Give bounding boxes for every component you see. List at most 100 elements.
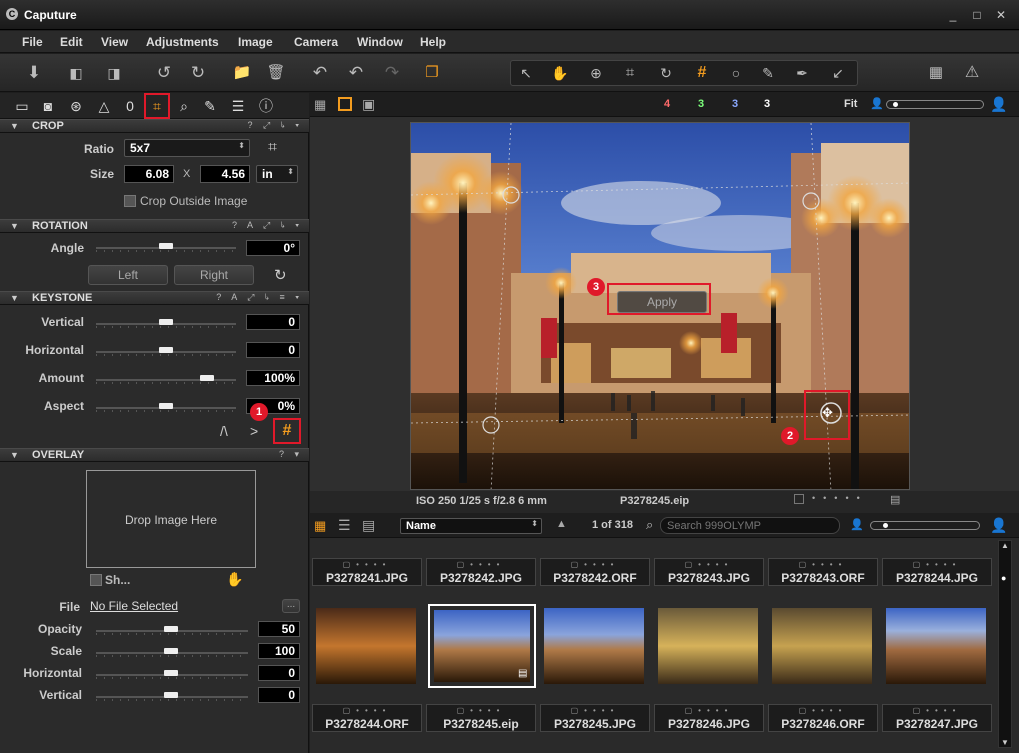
ratio-select[interactable]: 5x7 ⬍ <box>124 139 250 157</box>
warning-icon[interactable]: ⚠ <box>960 62 984 84</box>
capture-tab-icon[interactable]: ◙ <box>38 96 58 116</box>
search-icon[interactable]: ⌕ <box>646 517 653 533</box>
section-tools-icon[interactable]: ? ⤢ ↳ ▾ <box>247 120 303 131</box>
keystone-section-header[interactable]: ▼ KEYSTONE ? A ⤢ ↳ ≡ ▾ <box>0 291 309 305</box>
crop-width-field[interactable]: 6.08 <box>124 165 174 183</box>
menu-edit[interactable]: Edit <box>60 35 83 49</box>
thumbnail-image[interactable] <box>544 608 644 684</box>
rotate-left-button[interactable]: Left <box>88 265 168 285</box>
thumbnail-caption[interactable]: ▢•••• P3278244.JPG <box>882 558 992 586</box>
menu-file[interactable]: File <box>22 35 43 49</box>
spot-removal-icon[interactable]: ○ <box>724 62 748 84</box>
rating-dots-icon[interactable]: ▢•••• <box>883 560 991 570</box>
section-tools-icon[interactable]: ? ▾ <box>279 449 303 460</box>
thumbnail-caption[interactable]: ▢•••• P3278245.eip <box>426 704 536 732</box>
section-tools-icon[interactable]: ? A ⤢ ↳ ▾ <box>232 220 303 231</box>
search-input[interactable] <box>660 517 840 534</box>
move-cursor-icon[interactable]: ✥ <box>822 405 833 421</box>
selected-thumbnail[interactable]: ▤ <box>428 604 536 688</box>
thumbnail-view-icon[interactable]: ▦ <box>314 518 326 534</box>
angle-slider[interactable] <box>96 243 236 253</box>
thumbnail-caption[interactable]: ▢•••• P3278242.ORF <box>540 558 650 586</box>
list-view-icon[interactable]: ☰ <box>338 517 351 534</box>
keystone-horizontal-slider[interactable] <box>96 347 236 357</box>
rating-dots-icon[interactable]: ▢•••• <box>655 706 763 716</box>
grid-view-icon[interactable]: ▦ <box>314 97 326 113</box>
crop-height-field[interactable]: 4.56 <box>200 165 250 183</box>
rotate-left-icon[interactable]: ↺ <box>152 62 176 84</box>
scroll-up-icon[interactable]: ▲ <box>1001 541 1009 550</box>
filmstrip-view-icon[interactable]: ▤ <box>362 517 375 534</box>
menu-adjustments[interactable]: Adjustments <box>146 35 219 49</box>
sort-direction-icon[interactable]: ▲ <box>556 518 567 530</box>
unit-select[interactable]: in ⬍ <box>256 165 298 183</box>
rating-dots-icon[interactable]: ▢•••• <box>541 706 649 716</box>
rating-dots-icon[interactable]: ▢•••• <box>313 706 421 716</box>
crop-section-header[interactable]: ▼ CROP ? ⤢ ↳ ▾ <box>0 119 309 133</box>
rating-dots-icon[interactable]: ••••• <box>812 493 868 503</box>
zoom-fit-label[interactable]: Fit <box>844 98 857 110</box>
keystone-amount-field[interactable]: 100% <box>246 370 300 386</box>
collapse-arrow-icon[interactable]: ▼ <box>10 450 19 460</box>
list-icon[interactable]: ▤ <box>890 493 900 506</box>
zoom-slider[interactable] <box>886 100 984 109</box>
brush-tool-icon[interactable]: ✎ <box>756 62 780 84</box>
minimize-button[interactable]: _ <box>944 6 962 24</box>
rotation-mode-icon[interactable]: ↻ <box>274 266 287 284</box>
thumbnail-caption[interactable]: ▢•••• P3278245.JPG <box>540 704 650 732</box>
folder-icon[interactable]: 📁 <box>230 62 254 84</box>
annotation-tool-icon[interactable]: ↙ <box>826 62 850 84</box>
rating-dots-icon[interactable]: ▢•••• <box>883 706 991 716</box>
crop-tool-icon[interactable]: ⌗ <box>618 62 642 84</box>
keystone-horizontal-field[interactable]: 0 <box>246 342 300 358</box>
undo-icon[interactable]: ↶ <box>344 62 368 84</box>
rating-dots-icon[interactable]: ▢•••• <box>427 560 535 570</box>
thumbnail-caption[interactable]: ▢•••• P3278243.JPG <box>654 558 764 586</box>
thumbnail-image[interactable] <box>772 608 872 684</box>
opacity-slider[interactable] <box>96 626 248 636</box>
scroll-down-icon[interactable]: ▼ <box>1001 738 1009 747</box>
file-link[interactable]: No File Selected <box>90 599 178 613</box>
rating-dots-icon[interactable]: ▢•••• <box>313 560 421 570</box>
import-icon[interactable]: ⬇ <box>22 62 46 84</box>
thumbnail-image[interactable] <box>886 608 986 684</box>
thumbnail-caption[interactable]: ▢•••• P3278246.ORF <box>768 704 878 732</box>
rating-dots-icon[interactable]: ▢•••• <box>541 560 649 570</box>
collapse-arrow-icon[interactable]: ▼ <box>10 121 19 131</box>
local-adjust-tab-icon[interactable]: ✎ <box>200 96 220 116</box>
maximize-button[interactable]: □ <box>968 6 986 24</box>
single-view-icon[interactable] <box>338 97 352 111</box>
thumbnail-caption[interactable]: ▢•••• P3278244.ORF <box>312 704 422 732</box>
opacity-field[interactable]: 50 <box>258 621 300 637</box>
rating-dots-icon[interactable]: ▢•••• <box>655 560 763 570</box>
main-image[interactable]: Apply 3 ✥ 2 <box>410 122 910 490</box>
menu-help[interactable]: Help <box>420 35 446 49</box>
scroll-thumb[interactable]: ● <box>1001 573 1006 583</box>
pointer-tool-icon[interactable]: ↖ <box>514 62 538 84</box>
keystone-horizontal-mode-icon[interactable]: > <box>250 423 258 439</box>
keystone-vertical-mode-icon[interactable]: /\ <box>220 423 228 439</box>
overlay-vertical-slider[interactable] <box>96 692 248 702</box>
show-overlay-checkbox[interactable] <box>90 574 102 586</box>
overlay-horizontal-field[interactable]: 0 <box>258 665 300 681</box>
zoom-tool-icon[interactable]: ⊕ <box>584 62 608 84</box>
thumbnail-image[interactable] <box>658 608 758 684</box>
layers-icon[interactable]: ❐ <box>420 62 444 84</box>
details-tab-icon[interactable]: ⌕ <box>174 96 194 116</box>
delete-icon[interactable]: 🗑 <box>264 62 288 84</box>
info-tab-icon[interactable]: ⓘ <box>256 96 276 116</box>
straighten-tool-icon[interactable]: ↻ <box>654 62 678 84</box>
frame-icon[interactable] <box>794 494 804 504</box>
rating-dots-icon[interactable]: ▢•••• <box>769 560 877 570</box>
scale-field[interactable]: 100 <box>258 643 300 659</box>
sort-select[interactable]: Name ⬍ <box>400 518 542 534</box>
rating-dots-icon[interactable]: ▢•••• <box>769 706 877 716</box>
crop-mode-icon[interactable]: ⌗ <box>268 139 277 157</box>
thumbnail-caption[interactable]: ▢•••• P3278241.JPG <box>312 558 422 586</box>
keystone-vertical-slider[interactable] <box>96 319 236 329</box>
overlay-drop-zone[interactable]: Drop Image Here <box>86 470 256 568</box>
hand-icon[interactable]: ✋ <box>226 571 243 588</box>
overlay-horizontal-slider[interactable] <box>96 670 248 680</box>
thumbnail-caption[interactable]: ▢•••• P3278243.ORF <box>768 558 878 586</box>
lens-tab-icon[interactable]: 0 <box>120 96 140 116</box>
